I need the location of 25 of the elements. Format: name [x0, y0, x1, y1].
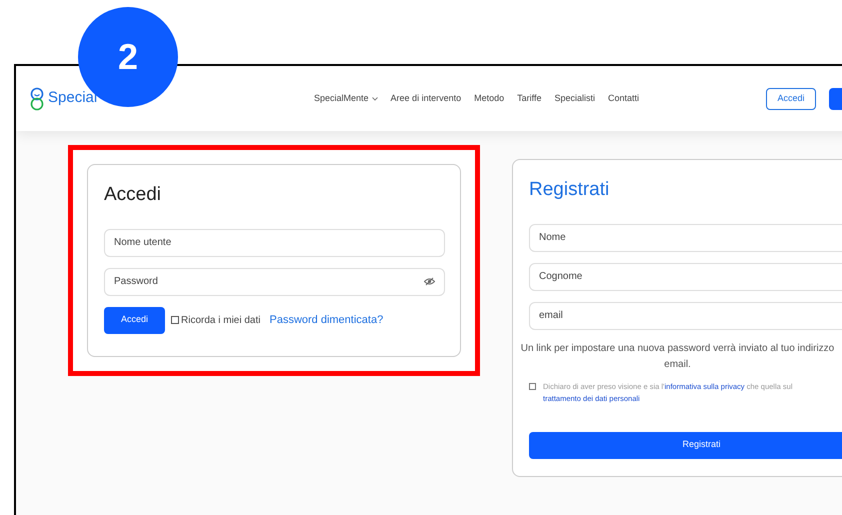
input-field[interactable]: Cognome — [529, 262, 842, 290]
input-field[interactable]: Nome utente — [104, 228, 445, 256]
remember-label: Ricorda i miei dati — [181, 314, 260, 328]
nav-link[interactable]: Contatti — [608, 92, 640, 106]
login-button[interactable]: Accedi — [766, 88, 816, 110]
register-title: Registrati — [529, 178, 610, 202]
email-note: Un link per impostare una nuova password verrà inviato al tuo indirizzo email. — [520, 342, 836, 372]
nav-link[interactable]: Metodo — [474, 92, 504, 106]
forgot-password-link[interactable]: Password dimenticata? — [269, 312, 384, 328]
input-field[interactable]: Password — [104, 268, 445, 296]
input-field[interactable]: Nome — [529, 224, 842, 252]
eye-slash-icon[interactable] — [424, 276, 435, 286]
input-field[interactable]: email — [529, 302, 842, 330]
chevron-down-icon — [372, 96, 378, 100]
nav-link[interactable]: SpecialMente — [314, 92, 378, 106]
login-submit-button[interactable]: Accedi — [104, 306, 165, 334]
privacy-checkbox[interactable] — [529, 382, 536, 390]
nav-link[interactable]: Specialisti — [554, 92, 596, 106]
nav-link[interactable]: Tariffe — [517, 92, 542, 106]
register-submit-button[interactable]: Registrati — [529, 432, 842, 458]
logo-icon — [30, 86, 44, 110]
login-title: Accedi — [104, 183, 162, 207]
remember-checkbox[interactable] — [171, 316, 179, 324]
nav-link[interactable]: Aree di intervento — [390, 92, 462, 106]
logo-text: Special — [48, 88, 98, 108]
